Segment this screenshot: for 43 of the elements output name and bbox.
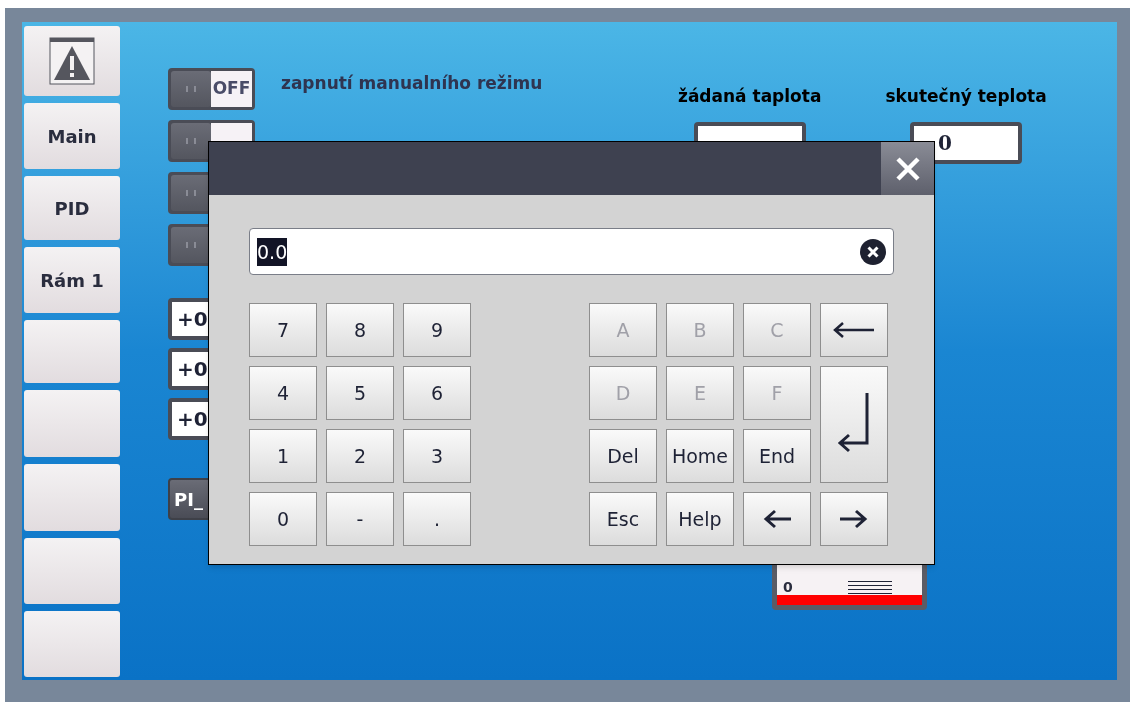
close-icon [894, 155, 921, 182]
key-button[interactable]: Esc [589, 492, 657, 546]
key-button[interactable]: . [403, 492, 471, 546]
alarm-button[interactable] [24, 26, 120, 96]
nav-button[interactable]: Rám 1 [24, 247, 120, 313]
toggle-switch[interactable]: OFF [168, 68, 255, 110]
grip-icon [186, 86, 196, 92]
key-button[interactable]: 1 [249, 429, 317, 483]
temperature-value: 0 [938, 129, 952, 157]
backspace-arrow-icon [833, 321, 875, 339]
key-button[interactable]: Home [666, 429, 734, 483]
right-arrow-icon [840, 509, 868, 529]
temperature-label: skutečný teplota [885, 85, 1047, 108]
key-button[interactable]: 6 [403, 366, 471, 420]
left-arrow-icon [763, 509, 791, 529]
nav-button[interactable]: PID [24, 176, 120, 240]
key-button[interactable]: 5 [326, 366, 394, 420]
key-button[interactable]: - [326, 492, 394, 546]
key-button[interactable]: 0 [249, 492, 317, 546]
key-button[interactable] [820, 366, 888, 483]
key-button[interactable]: Del [589, 429, 657, 483]
switch-label: zapnutí manualního režimu [281, 72, 543, 95]
temperature-label: žádaná taplota [678, 85, 822, 108]
key-button[interactable]: 7 [249, 303, 317, 357]
key-button[interactable]: 8 [326, 303, 394, 357]
key-button[interactable]: End [743, 429, 811, 483]
clear-icon[interactable] [860, 238, 886, 265]
warning-window-icon [49, 37, 95, 85]
key-button[interactable]: 9 [403, 303, 471, 357]
key-button[interactable]: 4 [249, 366, 317, 420]
grip-icon [186, 138, 196, 144]
key-button[interactable] [820, 303, 888, 357]
grip-icon [186, 242, 196, 248]
grip-icon [186, 190, 196, 196]
key-button[interactable]: Help [666, 492, 734, 546]
key-button[interactable]: 2 [326, 429, 394, 483]
close-button[interactable] [881, 142, 934, 195]
key-button[interactable] [820, 492, 888, 546]
gauge-value: 0 [783, 580, 793, 594]
key-button[interactable] [743, 492, 811, 546]
input-field[interactable]: 0.0 [249, 228, 894, 275]
key-button[interactable]: 3 [403, 429, 471, 483]
nav-button[interactable]: Main [24, 103, 120, 169]
